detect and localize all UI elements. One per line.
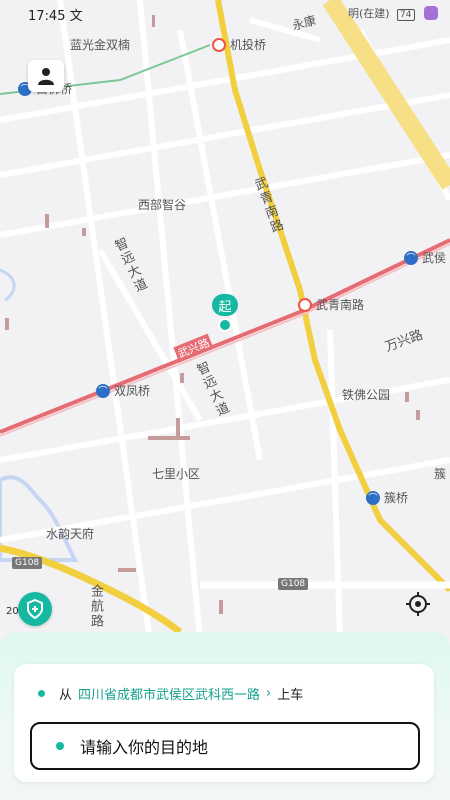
- rail-station-icon: [298, 297, 312, 312]
- metro-icon: ⌒: [96, 383, 110, 398]
- place-lanpu: 蓝光金双楠: [70, 38, 131, 52]
- road-shield-g108-right: G108: [278, 578, 309, 590]
- status-bar: 17:45 文 明(在建) 74: [0, 0, 450, 26]
- metro-icon: ⌒: [366, 490, 380, 505]
- station-jitou[interactable]: 机投桥: [212, 36, 266, 53]
- road-jinhang: 金航路: [88, 584, 103, 629]
- metro-icon: ⌒: [404, 250, 418, 265]
- shield-plus-icon: [27, 599, 43, 619]
- pickup-row[interactable]: 从 四川省成都市武侯区武科西一路 › 上车: [38, 684, 303, 703]
- place-shuiyun: 水韵天府: [46, 527, 95, 541]
- station-wuhou[interactable]: ⌒ 武侯: [404, 249, 446, 266]
- pickup-dot: [38, 690, 45, 697]
- start-pin-label: 起: [212, 294, 238, 316]
- status-time: 17:45 文: [28, 9, 83, 24]
- destination-dot: [56, 742, 64, 750]
- station-label: 簇桥: [384, 491, 409, 505]
- pickup-suffix: 上车: [277, 688, 304, 703]
- user-icon: [38, 68, 54, 85]
- station-label: 双凤桥: [114, 384, 151, 398]
- pickup-address[interactable]: 四川省成都市武侯区武科西一路: [78, 684, 260, 703]
- station-label: 武侯: [422, 251, 447, 265]
- station-label: 机投桥: [230, 38, 267, 52]
- station-label: 武青南路: [316, 298, 365, 312]
- pickup-prefix: 从: [59, 688, 73, 703]
- place-cu: 簇: [434, 467, 447, 481]
- battery-icon: 74: [397, 9, 415, 21]
- place-tiefo-park: 铁佛公园: [342, 388, 391, 402]
- user-profile-button[interactable]: [28, 60, 64, 92]
- road-shield-g108-left: G108: [12, 557, 43, 569]
- station-shuangfeng[interactable]: ⌒ 双凤桥: [96, 382, 150, 399]
- destination-placeholder: 请输入你的目的地: [80, 738, 209, 757]
- status-right: 明(在建) 74: [348, 5, 438, 21]
- safety-center-button[interactable]: [18, 592, 52, 626]
- place-qili: 七里小区: [152, 467, 201, 481]
- rail-station-icon: [212, 37, 226, 52]
- app-badge-icon: [424, 6, 438, 20]
- locate-icon: [406, 592, 430, 616]
- place-xibu-zhigu: 西部智谷: [138, 198, 187, 212]
- destination-input[interactable]: 请输入你的目的地: [30, 722, 420, 770]
- station-cuqiao[interactable]: ⌒ 簇桥: [366, 489, 408, 506]
- start-pin-dot: [218, 318, 232, 332]
- start-location-pin[interactable]: 起: [212, 294, 238, 332]
- station-wuqing-nan[interactable]: 武青南路: [298, 296, 364, 313]
- locate-me-button[interactable]: [402, 588, 434, 620]
- chevron-right-icon: ›: [266, 686, 272, 701]
